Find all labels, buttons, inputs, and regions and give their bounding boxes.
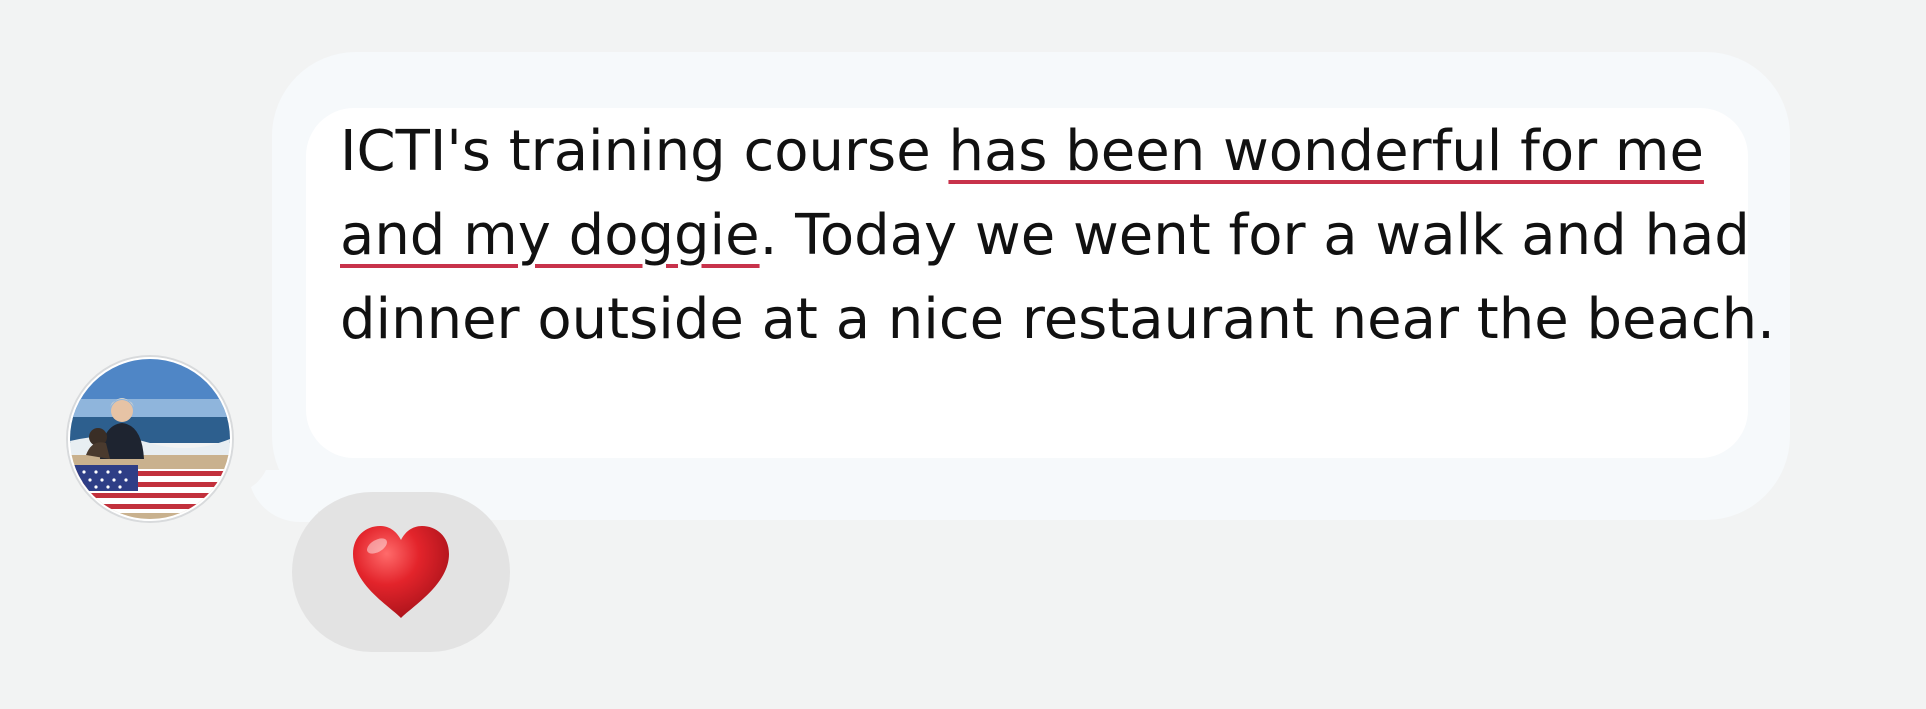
red-heart-icon [353,526,449,618]
avatar-photo [70,359,230,519]
message-text: ICTI's training course has been wonderfu… [340,110,1780,362]
avatar[interactable] [68,357,232,521]
message-text-lead: ICTI's training course [340,119,949,184]
reaction-badge[interactable] [292,492,510,652]
